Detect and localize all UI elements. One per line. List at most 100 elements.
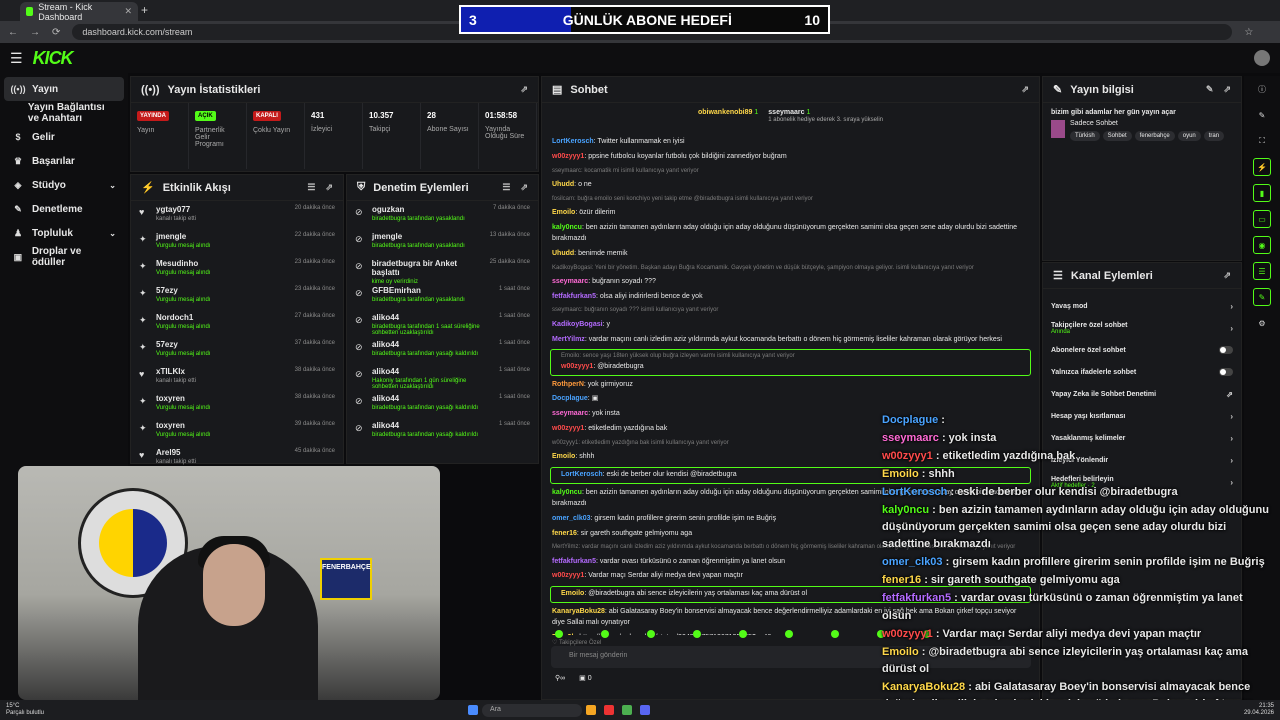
stream-tag[interactable]: oyun bbox=[1177, 131, 1201, 141]
moderation-target[interactable]: aliko44 bbox=[372, 313, 492, 322]
close-tab-icon[interactable]: ✕ bbox=[124, 6, 132, 17]
settings-icon[interactable]: ⚙ bbox=[1253, 314, 1271, 332]
new-tab-icon[interactable]: + bbox=[141, 3, 148, 17]
chat-username[interactable]: Uhudd bbox=[552, 250, 574, 257]
channel-action-item[interactable]: Yalnızca ifadelerle sohbet bbox=[1043, 361, 1241, 383]
chat-username[interactable]: omer_clk03 bbox=[552, 515, 591, 522]
popout-icon[interactable]: ⇗ bbox=[520, 84, 528, 95]
kick-logo[interactable]: KICK bbox=[33, 48, 74, 69]
filter-icon[interactable]: ☰ bbox=[307, 182, 315, 193]
moderation-item[interactable]: ⊘ aliko44 biradetbugra tarafından yasağı k… bbox=[347, 390, 538, 417]
activity-username[interactable]: toxyren bbox=[156, 421, 210, 430]
moderation-item[interactable]: ⊘ aliko44 biradetbugra tarafından 1 saat s… bbox=[347, 309, 538, 336]
activity-item[interactable]: ♥ xTILKIx kanalı takip etti 38 dakika önce bbox=[131, 363, 343, 390]
avatar[interactable] bbox=[1254, 50, 1270, 66]
chevron-right-icon[interactable]: › bbox=[1230, 302, 1233, 311]
chat-username[interactable]: Emoilo bbox=[561, 590, 584, 597]
forward-icon[interactable]: → bbox=[30, 27, 40, 38]
toggle-switch[interactable] bbox=[1219, 346, 1233, 354]
emote-icon[interactable] bbox=[555, 630, 563, 638]
bookmark-star-icon[interactable]: ☆ bbox=[1244, 27, 1253, 38]
moderation-item[interactable]: ⊘ aliko44 biradetbugra tarafından yasağı k… bbox=[347, 336, 538, 363]
chrome-icon[interactable] bbox=[622, 705, 633, 715]
popout-icon[interactable]: ⇗ bbox=[1021, 84, 1029, 95]
back-icon[interactable]: ← bbox=[8, 27, 18, 38]
activity-item[interactable]: ✦ 57ezy Vurgulu mesaj alındı 23 dakika önce bbox=[131, 282, 343, 309]
moderation-target[interactable]: aliko44 bbox=[372, 340, 478, 349]
chat-username[interactable]: RothperN bbox=[552, 381, 584, 388]
moderation-target[interactable]: biradetbugra bir Anket başlattı bbox=[372, 259, 483, 277]
stream-tag[interactable]: Sohbet bbox=[1102, 131, 1132, 141]
moderation-item[interactable]: ⊘ GFBEmirhan biradetbugra tarafından yasak… bbox=[347, 282, 538, 309]
sidebar-item[interactable]: Yayın Bağlantısı ve Anahtarı bbox=[4, 101, 124, 125]
activity-username[interactable]: Mesudinho bbox=[156, 259, 210, 268]
activity-item[interactable]: ♥ ygtay077 kanalı takip etti 20 dakika önce bbox=[131, 201, 343, 228]
moderation-target[interactable]: GFBEmirhan bbox=[372, 286, 465, 295]
chat-icon[interactable]: ▭ bbox=[1253, 210, 1271, 228]
activity-username[interactable]: xTILKIx bbox=[156, 367, 196, 376]
activity-username[interactable]: 57ezy bbox=[156, 340, 210, 349]
list-icon[interactable]: ☰ bbox=[1253, 262, 1271, 280]
link-icon[interactable]: ⚲∞ bbox=[555, 674, 565, 686]
reload-icon[interactable]: ⟳ bbox=[52, 27, 60, 38]
popout-icon[interactable]: ⇗ bbox=[1223, 270, 1231, 281]
popout-icon[interactable]: ⇗ bbox=[325, 182, 333, 193]
activity-item[interactable]: ✦ toxyren Vurgulu mesaj alındı 39 dakika ön… bbox=[131, 417, 343, 444]
chat-username[interactable]: Uhudd bbox=[552, 181, 574, 188]
activity-username[interactable]: ygtay077 bbox=[156, 205, 196, 214]
menu-icon[interactable]: ☰ bbox=[10, 50, 23, 67]
sidebar-item[interactable]: ◈ Stüdyo ⌄ bbox=[4, 173, 124, 197]
moderation-item[interactable]: ⊘ oguzkan biradetbugra tarafından yasaklan… bbox=[347, 201, 538, 228]
moderation-item[interactable]: ⊘ biradetbugra bir Anket başlattı kime oy … bbox=[347, 255, 538, 285]
moderation-item[interactable]: ⊘ jmengle biradetbugra tarafından yasaklan… bbox=[347, 228, 538, 255]
discord-icon[interactable] bbox=[640, 705, 651, 715]
activity-username[interactable]: toxyren bbox=[156, 394, 210, 403]
channel-action-item[interactable]: Yavaş mod › bbox=[1043, 295, 1241, 317]
chat-username[interactable]: w00zyyy1 bbox=[561, 363, 593, 370]
chat-username[interactable]: MertYilmz bbox=[552, 336, 585, 343]
chat-username[interactable]: kaly0ncu bbox=[552, 489, 582, 496]
stream-tag[interactable]: Türkish bbox=[1070, 131, 1100, 141]
chat-username[interactable]: Docplague bbox=[552, 395, 588, 402]
moderation-target[interactable]: jmengle bbox=[372, 232, 465, 241]
moderation-target[interactable]: aliko44 bbox=[372, 367, 492, 376]
app-icon[interactable] bbox=[604, 705, 615, 715]
chat-username[interactable]: LortKerosch bbox=[561, 471, 603, 478]
moderation-target[interactable]: oguzkan bbox=[372, 205, 465, 214]
explorer-icon[interactable] bbox=[586, 705, 597, 715]
activity-item[interactable]: ✦ toxyren Vurgulu mesaj alındı 38 dakika ön… bbox=[131, 390, 343, 417]
activity-username[interactable]: Nordoch1 bbox=[156, 313, 210, 322]
chat-username[interactable]: sseymaarc bbox=[552, 410, 588, 417]
emote-icon[interactable] bbox=[831, 630, 839, 638]
chat-username[interactable]: Emoilo bbox=[552, 209, 575, 216]
popout-icon[interactable]: ⇗ bbox=[520, 182, 528, 193]
chat-username[interactable]: w00zyyy1 bbox=[552, 425, 584, 432]
expand-icon[interactable]: ⛶ bbox=[1253, 132, 1271, 150]
moderation-target[interactable]: aliko44 bbox=[372, 421, 478, 430]
category-name[interactable]: Sadece Sohbet bbox=[1070, 120, 1227, 127]
emote-icon[interactable] bbox=[739, 630, 747, 638]
activity-username[interactable]: jmengle bbox=[156, 232, 210, 241]
stream-tag[interactable]: tran bbox=[1203, 131, 1225, 141]
gifter-right[interactable]: sseymaarc bbox=[768, 109, 804, 116]
chat-username[interactable]: Emoilo bbox=[552, 453, 575, 460]
activity-username[interactable]: Arel95 bbox=[156, 448, 196, 457]
sidebar-item[interactable]: $ Gelir bbox=[4, 125, 124, 149]
moderation-target[interactable]: aliko44 bbox=[372, 394, 478, 403]
gift-icon[interactable]: ▣ bbox=[579, 675, 586, 682]
activity-item[interactable]: ✦ Mesudinho Vurgulu mesaj alındı 23 dakika … bbox=[131, 255, 343, 282]
channel-action-item[interactable]: Yapay Zeka ile Sohbet Denetimi ⇗ bbox=[1043, 383, 1241, 405]
taskbar-search[interactable]: Ara bbox=[482, 703, 583, 717]
moderation-item[interactable]: ⊘ aliko44 biradetbugra tarafından yasağı k… bbox=[347, 417, 538, 444]
emote-icon[interactable] bbox=[785, 630, 793, 638]
chat-username[interactable]: kaly0ncu bbox=[552, 224, 582, 231]
chat-username[interactable]: sseymaarc bbox=[552, 278, 588, 285]
chevron-right-icon[interactable]: › bbox=[1230, 324, 1233, 333]
filter-icon[interactable]: ☰ bbox=[502, 182, 510, 193]
lightning-icon[interactable]: ⚡ bbox=[1253, 158, 1271, 176]
sidebar-item[interactable]: ♛ Başarılar bbox=[4, 149, 124, 173]
emote-icon[interactable] bbox=[693, 630, 701, 638]
wrench-icon[interactable]: ✎ bbox=[1253, 288, 1271, 306]
chat-username[interactable]: KanaryaBoku28 bbox=[552, 608, 605, 615]
channel-action-item[interactable]: Takipçilere özel sohbet Anında › bbox=[1043, 317, 1241, 339]
